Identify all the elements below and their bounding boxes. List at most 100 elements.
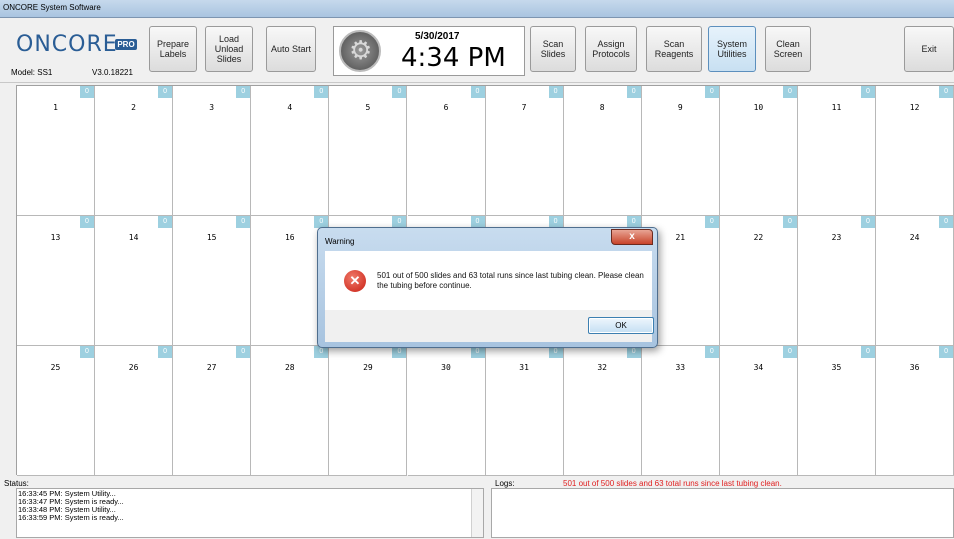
slot-number: 13 xyxy=(50,233,61,242)
slide-slot[interactable]: 70 xyxy=(485,86,564,216)
slot-number: 9 xyxy=(677,103,683,112)
slide-slot[interactable]: 32 0 xyxy=(563,346,642,476)
slot-count-badge: 0 xyxy=(704,86,719,98)
slide-slot[interactable]: 12 0 xyxy=(876,86,954,216)
slot-count-badge: 0 xyxy=(861,216,875,228)
slide-slot[interactable]: 36 0 xyxy=(876,346,954,476)
slide-slot[interactable]: 24 0 xyxy=(876,216,954,346)
slot-number: 11 xyxy=(831,103,842,112)
prepare-labels-button[interactable]: Prepare Labels xyxy=(149,26,197,72)
slide-slot[interactable]: 50 xyxy=(329,86,408,216)
clock-date: 5/30/2017 xyxy=(415,31,460,42)
slot-number: 33 xyxy=(675,363,686,372)
slide-slot[interactable]: 60 xyxy=(407,86,486,216)
status-label: Status: xyxy=(4,479,29,488)
slot-number: 34 xyxy=(753,363,764,372)
clean-screen-button[interactable]: Clean Screen xyxy=(765,26,811,72)
close-icon[interactable]: x xyxy=(611,229,653,245)
slot-number: 12 xyxy=(909,103,920,112)
logs-box[interactable] xyxy=(491,488,954,538)
slot-count-badge: 0 xyxy=(782,86,797,98)
load-unload-slides-button[interactable]: Load Unload Slides xyxy=(205,26,253,72)
slide-slot[interactable]: 23 0 xyxy=(798,216,876,346)
error-icon: ✕ xyxy=(344,270,366,292)
dialog-message: 501 out of 500 slides and 63 total runs … xyxy=(377,271,644,290)
slot-number: 5 xyxy=(365,103,371,112)
slot-count-badge: 0 xyxy=(236,216,251,228)
slot-number: 23 xyxy=(831,233,842,242)
window-title: ONCORE System Software xyxy=(3,3,101,12)
slot-number: 7 xyxy=(521,103,527,112)
slot-count-badge: 0 xyxy=(236,346,251,358)
slide-slot[interactable]: 11 0 xyxy=(798,86,876,216)
exit-button[interactable]: Exit xyxy=(904,26,954,72)
slot-count-badge: 0 xyxy=(704,216,719,228)
slide-slot[interactable]: 30 0 xyxy=(407,346,486,476)
slide-slot[interactable]: 34 0 xyxy=(719,346,798,476)
slot-count-badge: 0 xyxy=(548,86,563,98)
slide-slot[interactable]: 27 0 xyxy=(173,346,252,476)
slot-count-badge: 0 xyxy=(861,346,875,358)
slot-count-badge: 0 xyxy=(939,86,954,98)
slot-number: 27 xyxy=(206,363,217,372)
slide-slot[interactable]: 13 0 xyxy=(17,216,95,346)
slot-count-badge: 0 xyxy=(939,216,954,228)
slot-number: 22 xyxy=(753,233,764,242)
slot-number: 29 xyxy=(363,363,373,372)
slot-number: 15 xyxy=(206,233,217,242)
warning-dialog: Warning x ✕ 501 out of 500 slides and 63… xyxy=(317,227,658,348)
clock-panel: 5/30/2017 4:34 PM xyxy=(333,26,525,76)
slot-number: 36 xyxy=(909,363,920,372)
scan-slides-button[interactable]: Scan Slides xyxy=(530,26,576,72)
slot-count-badge: 0 xyxy=(939,346,954,358)
slot-number: 25 xyxy=(50,363,61,372)
gear-icon xyxy=(339,30,381,72)
slide-slot[interactable]: 31 0 xyxy=(485,346,564,476)
status-line: 16:33:59 PM: System is ready... xyxy=(18,513,124,522)
slot-count-badge: 0 xyxy=(626,86,641,98)
slot-count-badge: 0 xyxy=(158,216,173,228)
oncore-logo: ONCORE xyxy=(16,32,118,57)
slide-slot[interactable]: 22 0 xyxy=(719,216,798,346)
slide-slot[interactable]: 90 xyxy=(641,86,720,216)
slot-count-badge: 0 xyxy=(80,216,94,228)
slide-slot[interactable]: 35 0 xyxy=(798,346,876,476)
clock-time: 4:34 PM xyxy=(401,43,506,73)
logs-label: Logs: xyxy=(495,479,515,488)
toolbar: ONCORE PRO Model: SS1 V3.0.18221 Prepare… xyxy=(0,18,954,83)
slide-slot[interactable]: 40 xyxy=(251,86,330,216)
model-label: Model: SS1 xyxy=(11,68,53,77)
slot-number: 24 xyxy=(909,233,920,242)
slot-count-badge: 0 xyxy=(392,86,407,98)
slide-slot[interactable]: 80 xyxy=(563,86,642,216)
log-message: 501 out of 500 slides and 63 total runs … xyxy=(563,479,782,488)
slot-number: 10 xyxy=(753,103,764,112)
slide-slot[interactable]: 26 0 xyxy=(95,346,174,476)
slot-number: 3 xyxy=(209,103,215,112)
slot-number: 2 xyxy=(131,103,136,112)
slot-number: 26 xyxy=(128,363,139,372)
slot-count-badge: 0 xyxy=(782,346,797,358)
auto-start-button[interactable]: Auto Start xyxy=(266,26,316,72)
system-utilities-button[interactable]: System Utilities xyxy=(708,26,756,72)
slide-slot[interactable]: 10 0 xyxy=(719,86,798,216)
slide-slot[interactable]: 15 0 xyxy=(173,216,252,346)
slide-slot[interactable]: 20 xyxy=(95,86,174,216)
slide-slot[interactable]: 14 0 xyxy=(95,216,174,346)
slot-count-badge: 0 xyxy=(704,346,719,358)
slide-slot[interactable]: 25 0 xyxy=(17,346,95,476)
assign-protocols-button[interactable]: Assign Protocols xyxy=(585,26,637,72)
ok-button[interactable]: OK xyxy=(588,317,654,334)
status-scrollbar[interactable] xyxy=(471,489,483,537)
slide-slot[interactable]: 28 0 xyxy=(251,346,330,476)
status-log-box[interactable]: 16:33:45 PM: System Utility... 16:33:47 … xyxy=(16,488,484,538)
slot-number: 6 xyxy=(443,103,449,112)
slot-count-badge: 0 xyxy=(158,346,173,358)
slide-slot[interactable]: 29 0 xyxy=(329,346,408,476)
slot-count-badge: 0 xyxy=(158,86,173,98)
slide-slot[interactable]: 30 xyxy=(173,86,252,216)
slide-slot[interactable]: 33 0 xyxy=(641,346,720,476)
slide-slot[interactable]: 10 xyxy=(17,86,95,216)
slot-number: 32 xyxy=(597,363,607,372)
scan-reagents-button[interactable]: Scan Reagents xyxy=(646,26,702,72)
